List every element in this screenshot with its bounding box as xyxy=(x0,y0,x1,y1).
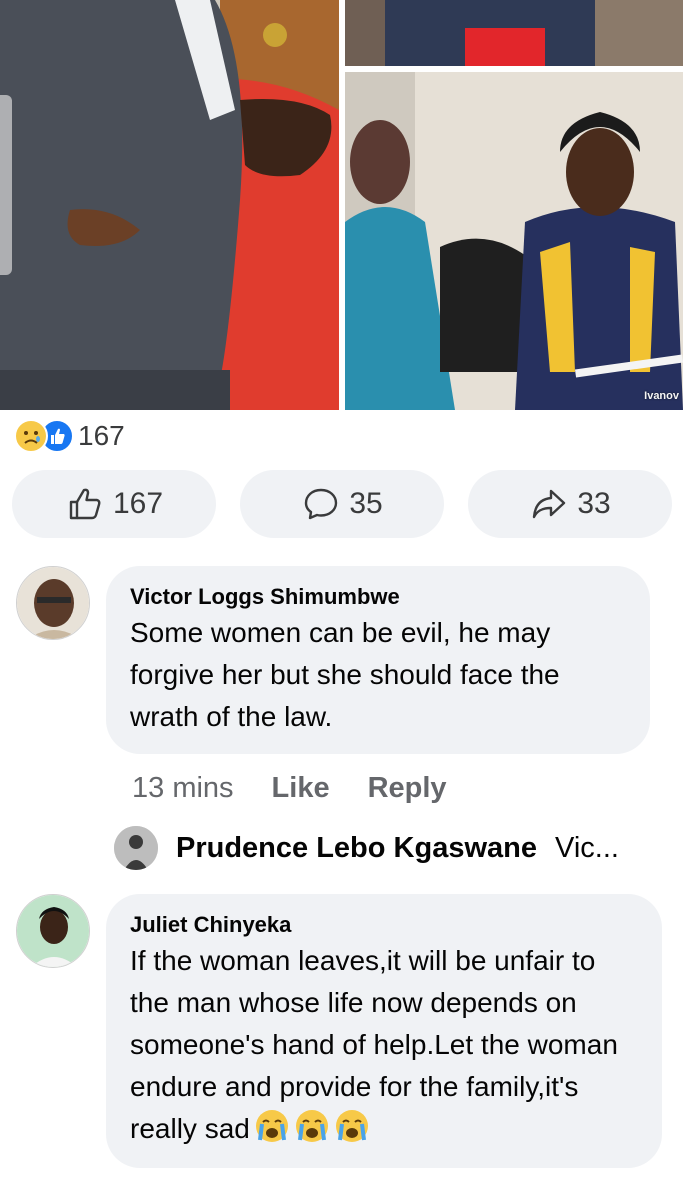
share-arrow-icon xyxy=(533,489,566,519)
hands-photo[interactable] xyxy=(345,0,683,66)
share-button[interactable]: 33 xyxy=(468,470,672,538)
reaction-summary[interactable]: 167 xyxy=(14,418,125,454)
comment-button[interactable]: 35 xyxy=(240,470,444,538)
crying-face-icon xyxy=(335,1110,368,1142)
thumbs-up-icon xyxy=(69,488,101,520)
comment-like-link[interactable]: Like xyxy=(272,772,330,805)
reply-author[interactable]: Prudence Lebo Kgaswane xyxy=(176,832,537,865)
crying-face-icon xyxy=(255,1110,288,1142)
avatar-photo xyxy=(17,567,89,639)
comment-meta-row: 13 mins Like Reply xyxy=(132,772,447,805)
comment-count: 35 xyxy=(349,487,383,520)
photo-watermark: Ivanov xyxy=(644,390,679,402)
like-button[interactable]: 167 xyxy=(12,470,216,538)
post-action-row: 167 35 33 xyxy=(12,470,672,538)
comment-text: Some women can be evil, he may forgive h… xyxy=(130,617,560,732)
hands-photo-image xyxy=(345,0,683,66)
post-photo-collage[interactable]: Ivanov xyxy=(0,0,683,410)
comment-author[interactable]: Juliet Chinyeka xyxy=(130,910,638,940)
comment-bubble-icon xyxy=(305,488,338,520)
comment-reply-link[interactable]: Reply xyxy=(368,772,447,805)
share-count: 33 xyxy=(577,487,611,520)
commenter-avatar[interactable] xyxy=(16,566,90,640)
crying-face-icon xyxy=(295,1110,328,1142)
reply-snippet: Vic... xyxy=(555,831,619,864)
comment-timestamp[interactable]: 13 mins xyxy=(132,772,234,805)
reply-preview[interactable]: Prudence Lebo Kgaswane Vic... xyxy=(114,826,619,870)
comment-bubble[interactable]: Victor Loggs Shimumbwe Some women can be… xyxy=(106,566,650,754)
comment-text: If the woman leaves,it will be unfair to… xyxy=(130,940,638,1150)
reply-avatar[interactable] xyxy=(114,826,158,870)
sad-emoji-icon xyxy=(14,419,48,453)
edge-strip xyxy=(0,95,12,275)
commenter-avatar[interactable] xyxy=(16,894,90,968)
couple-photo[interactable] xyxy=(0,0,339,410)
reaction-count: 167 xyxy=(78,420,125,451)
reply-avatar-photo xyxy=(114,826,158,870)
avatar-photo xyxy=(17,895,89,967)
comment-bubble[interactable]: Juliet Chinyeka If the woman leaves,it w… xyxy=(106,894,662,1168)
court-photo-image xyxy=(345,72,683,410)
court-photo[interactable]: Ivanov xyxy=(345,72,683,410)
crying-emoji-group xyxy=(250,1110,370,1144)
couple-photo-image xyxy=(0,0,339,410)
comment-text-body: If the woman leaves,it will be unfair to… xyxy=(130,945,618,1144)
like-count: 167 xyxy=(112,487,164,520)
comment-author[interactable]: Victor Loggs Shimumbwe xyxy=(130,582,626,612)
